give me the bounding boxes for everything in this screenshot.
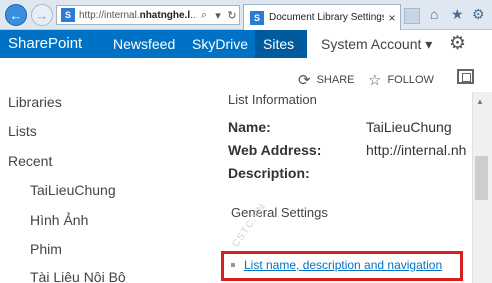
list-information-title: List Information — [228, 92, 317, 107]
site-icon: S — [250, 10, 264, 25]
search-icon[interactable]: ⌕ — [197, 9, 211, 22]
site-icon: S — [61, 8, 75, 22]
follow-button[interactable]: ☆ FOLLOW — [368, 71, 434, 89]
scroll-thumb[interactable] — [475, 156, 488, 200]
home-icon[interactable]: ⌂ — [430, 6, 438, 22]
scroll-up-icon[interactable]: ▲ — [476, 97, 484, 106]
name-value: TaiLieuChung — [366, 119, 452, 135]
share-button[interactable]: ⟳ SHARE — [298, 71, 354, 89]
browser-toolbar: ← → S http://internal.nhatnghe.l... ⌕ ▾ … — [0, 0, 492, 30]
new-tab-button[interactable] — [404, 8, 420, 24]
leftnav-lists[interactable]: Lists — [8, 123, 37, 139]
list-name-settings-link[interactable]: List name, description and navigation — [244, 258, 442, 272]
leftnav-recent-item[interactable]: Hình Ảnh — [30, 212, 88, 228]
address-bar[interactable]: S http://internal.nhatnghe.l... ⌕ ▾ ↻ — [56, 5, 240, 25]
sharepoint-brand[interactable]: SharePoint — [8, 35, 82, 52]
bullet-icon — [231, 263, 235, 267]
share-label: SHARE — [316, 74, 355, 86]
description-label: Description: — [228, 165, 310, 181]
forward-icon[interactable]: → — [31, 4, 53, 26]
page-actions: ⟳ SHARE ☆ FOLLOW — [0, 58, 492, 92]
leftnav-recent-item[interactable]: TaiLieuChung — [30, 182, 116, 198]
dropdown-icon[interactable]: ▾ — [211, 9, 225, 22]
follow-icon: ☆ — [368, 72, 382, 89]
leftnav-recent[interactable]: Recent — [8, 153, 52, 169]
name-label: Name: — [228, 119, 271, 135]
leftnav-libraries[interactable]: Libraries — [8, 94, 62, 110]
tab-title: Document Library Settings — [269, 12, 384, 23]
star-icon[interactable]: ★ — [451, 6, 464, 23]
nav-skydrive[interactable]: SkyDrive — [192, 36, 248, 52]
left-navigation: Libraries Lists Recent TaiLieuChung Hình… — [0, 92, 200, 283]
nav-newsfeed[interactable]: Newsfeed — [113, 36, 175, 52]
gear-icon[interactable]: ⚙ — [449, 32, 466, 55]
account-menu[interactable]: System Account ▾ — [321, 36, 432, 53]
address-url[interactable]: http://internal.nhatnghe.l... — [79, 10, 197, 21]
tools-icon[interactable]: ⚙ — [472, 6, 485, 23]
focus-icon[interactable] — [457, 69, 474, 84]
share-icon: ⟳ — [298, 72, 311, 89]
browser-tab[interactable]: S Document Library Settings × — [243, 4, 401, 30]
web-address-label: Web Address: — [228, 142, 322, 158]
leftnav-recent-item[interactable]: Phim — [30, 241, 62, 257]
chevron-down-icon: ▾ — [425, 36, 433, 52]
web-address-value: http://internal.nh — [366, 142, 467, 158]
account-area: System Account ▾ ⚙ — [307, 30, 492, 58]
nav-sites-label: Sites — [263, 36, 295, 52]
follow-label: FOLLOW — [387, 74, 434, 86]
refresh-icon[interactable]: ↻ — [225, 9, 239, 22]
back-icon[interactable]: ← — [5, 4, 27, 26]
leftnav-recent-item[interactable]: Tài Liệu Nội Bộ — [30, 269, 126, 283]
general-settings-title: General Settings — [231, 205, 328, 220]
nav-sites[interactable]: Sites — [255, 30, 307, 58]
close-icon[interactable]: × — [384, 11, 400, 25]
